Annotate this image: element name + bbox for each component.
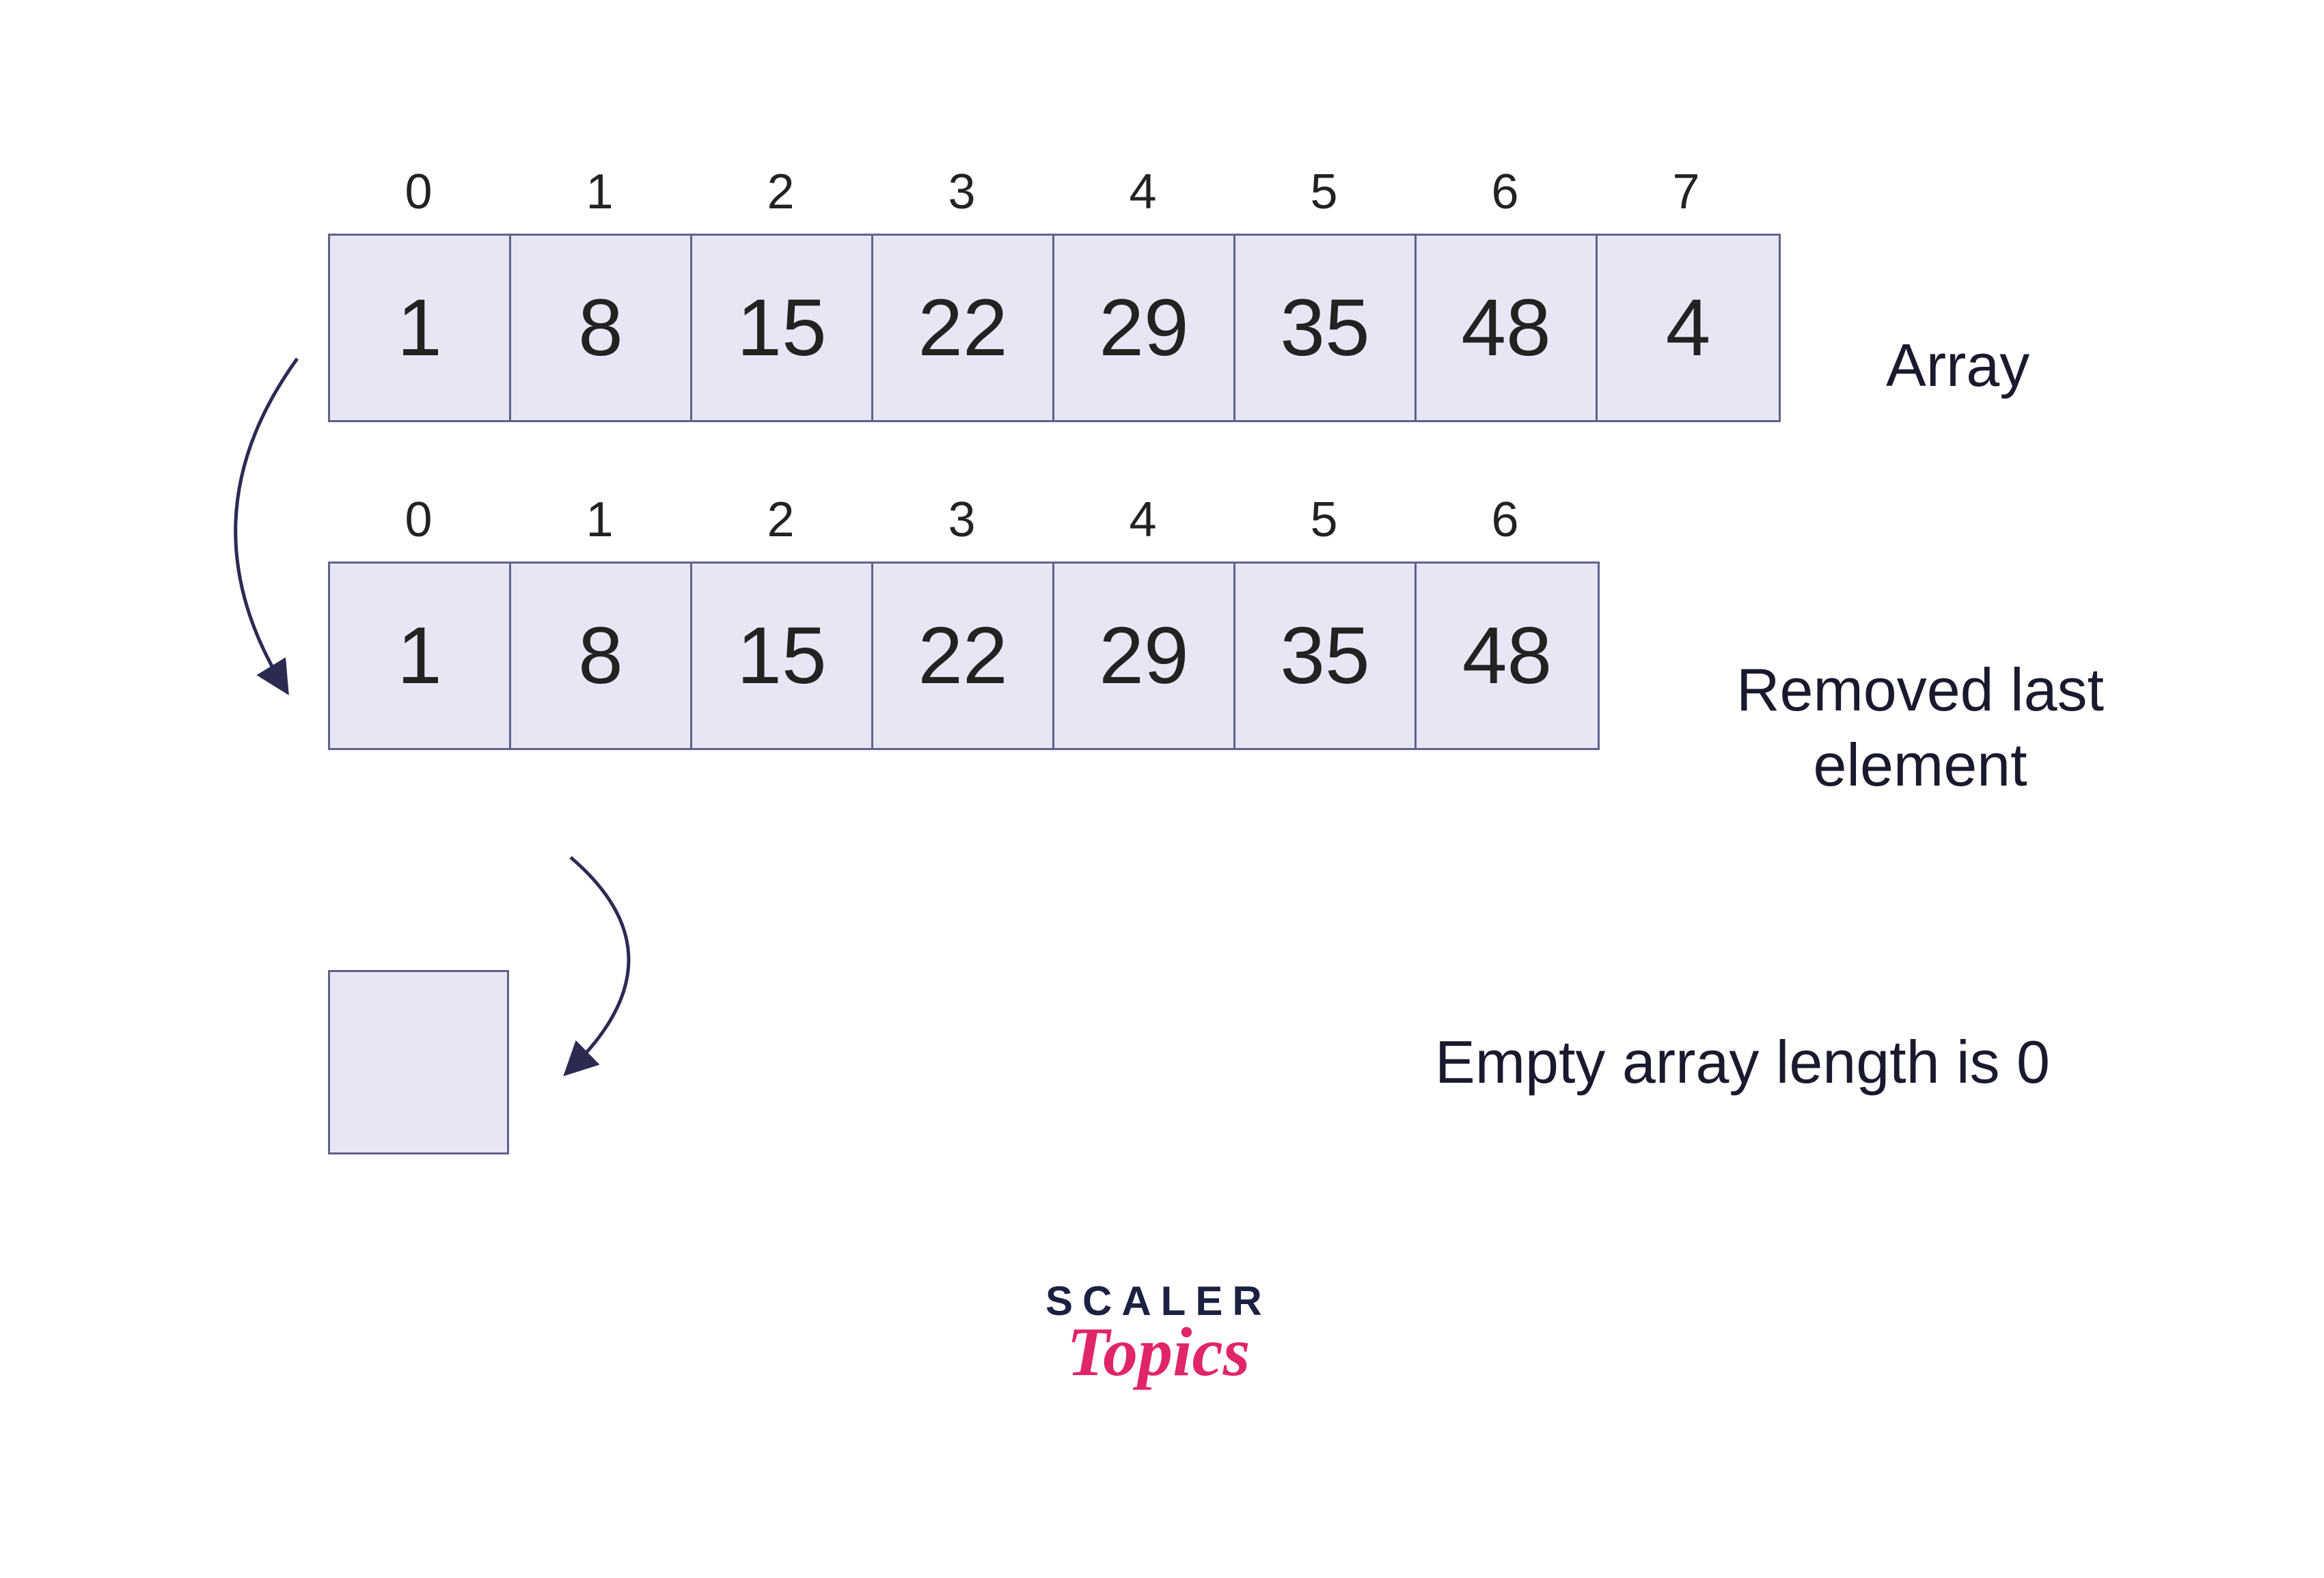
array-cell: 29	[1054, 564, 1235, 748]
index-label: 2	[690, 164, 871, 234]
index-label: 4	[1052, 164, 1233, 234]
array-cell: 48	[1417, 236, 1598, 420]
empty-array-label: Empty array length is 0	[1435, 1025, 2050, 1100]
array-cell: 22	[873, 236, 1054, 420]
array-after-pop: 0 1 2 3 4 5 6 1 8 15 22 29 35 48	[328, 492, 1600, 750]
indices-row: 0 1 2 3 4 5 6 7	[328, 164, 1781, 234]
index-label: 5	[1233, 492, 1414, 562]
index-label: 2	[690, 492, 871, 562]
index-label: 6	[1414, 492, 1596, 562]
index-label: 0	[328, 492, 509, 562]
index-label: 3	[871, 492, 1052, 562]
array-cell: 15	[692, 564, 873, 748]
brand-topics-text: Topics	[1045, 1312, 1272, 1392]
empty-array-cell	[328, 970, 509, 1154]
array-cell: 35	[1235, 564, 1417, 748]
arrow-down-curve-icon	[178, 342, 328, 724]
array-original: 0 1 2 3 4 5 6 7 1 8 15 22 29 35 48 4	[328, 164, 1781, 422]
index-label: 1	[509, 164, 690, 234]
array-cell: 48	[1417, 564, 1598, 748]
array-cell: 22	[873, 564, 1054, 748]
brand-logo: SCALER Topics	[1045, 1277, 1272, 1392]
array-label: Array	[1886, 328, 2029, 403]
cells-row: 1 8 15 22 29 35 48 4	[328, 234, 1781, 422]
index-label: 0	[328, 164, 509, 234]
array-cell: 1	[330, 236, 511, 420]
array-cell: 35	[1235, 236, 1417, 420]
diagram-canvas: 0 1 2 3 4 5 6 7 1 8 15 22 29 35 48 4 Arr…	[0, 0, 2324, 1578]
array-cell: 8	[511, 236, 692, 420]
index-label: 1	[509, 492, 690, 562]
array-cell: 15	[692, 236, 873, 420]
index-label: 4	[1052, 492, 1233, 562]
index-label: 6	[1414, 164, 1596, 234]
index-label: 3	[871, 164, 1052, 234]
array-cell: 8	[511, 564, 692, 748]
array-cell: 1	[330, 564, 511, 748]
index-label: 7	[1596, 164, 1777, 234]
array-cell: 29	[1054, 236, 1235, 420]
arrow-down-curve-icon	[540, 840, 690, 1100]
array-cell: 4	[1598, 236, 1779, 420]
removed-last-label: Removed lastelement	[1708, 652, 2132, 803]
cells-row: 1 8 15 22 29 35 48	[328, 562, 1600, 750]
indices-row: 0 1 2 3 4 5 6	[328, 492, 1600, 562]
index-label: 5	[1233, 164, 1414, 234]
